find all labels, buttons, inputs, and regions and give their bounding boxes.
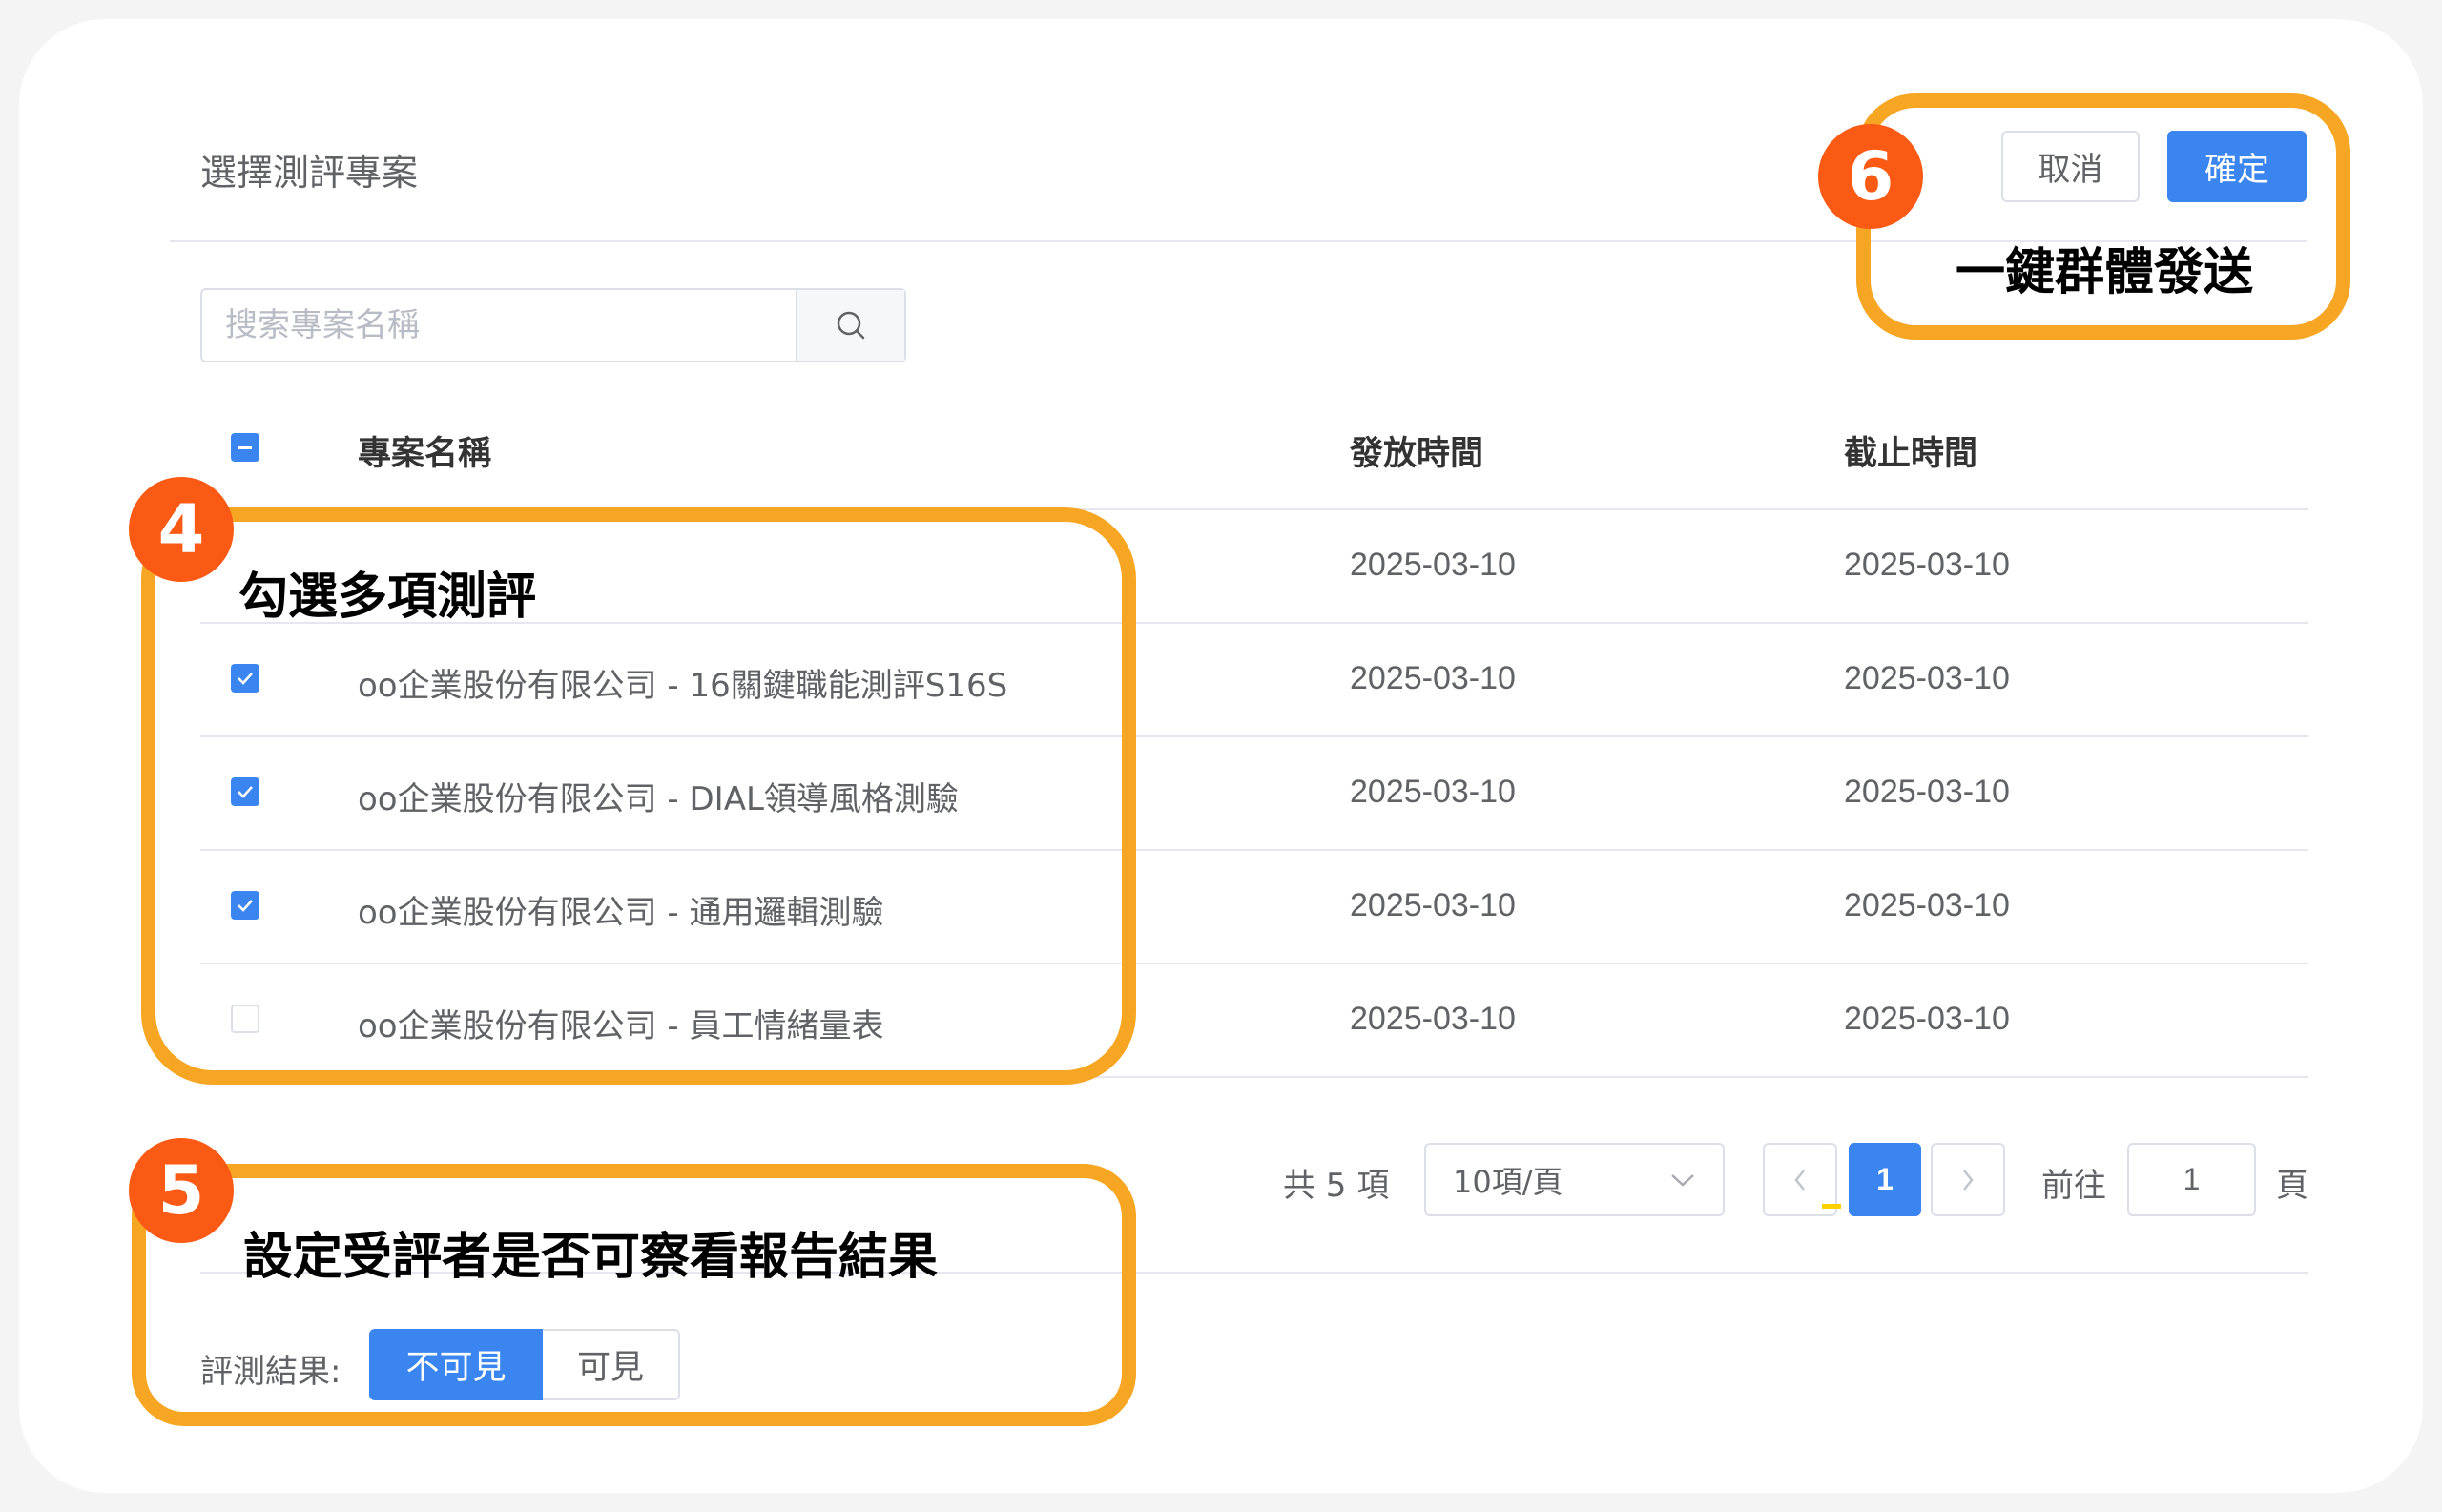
chevron-left-icon xyxy=(1794,1169,1805,1191)
deadline-date: 2025-03-10 xyxy=(1844,660,2010,696)
page-size-value: 10項/頁 xyxy=(1453,1163,1563,1200)
chevron-down-icon xyxy=(1671,1173,1694,1187)
cursor-marker xyxy=(1822,1204,1841,1209)
step6-badge: 6 xyxy=(1818,124,1923,229)
release-date: 2025-03-10 xyxy=(1350,547,1516,583)
search-field xyxy=(200,288,906,362)
deadline-date: 2025-03-10 xyxy=(1844,774,2010,810)
page-unit-label: 頁 xyxy=(2276,1167,2308,1205)
page-size-select[interactable]: 10項/頁 xyxy=(1424,1143,1725,1216)
page-button-current[interactable]: 1 xyxy=(1849,1143,1921,1216)
release-date: 2025-03-10 xyxy=(1350,660,1516,696)
dialog-title: 選擇測評專案 xyxy=(200,152,419,194)
column-header-name: 專案名稱 xyxy=(358,435,492,473)
release-date: 2025-03-10 xyxy=(1350,774,1516,810)
step4-badge: 4 xyxy=(129,477,234,582)
release-date: 2025-03-10 xyxy=(1350,1001,1516,1037)
highlight-step5 xyxy=(132,1164,1136,1426)
column-header-release: 發放時間 xyxy=(1350,435,1484,473)
select-all-checkbox[interactable] xyxy=(231,433,259,462)
goto-label: 前往 xyxy=(2041,1167,2106,1205)
search-icon xyxy=(837,311,865,340)
search-input[interactable] xyxy=(202,290,796,361)
column-header-deadline: 截止時間 xyxy=(1844,435,1978,473)
search-button[interactable] xyxy=(796,290,904,361)
pagination-total: 共 5 項 xyxy=(1283,1167,1390,1205)
step6-caption: 一鍵群體發送 xyxy=(1956,244,2254,301)
step5-caption: 設定受評者是否可察看報告結果 xyxy=(243,1229,939,1286)
release-date: 2025-03-10 xyxy=(1350,887,1516,923)
deadline-date: 2025-03-10 xyxy=(1844,547,2010,583)
step4-caption: 勾選多項測評 xyxy=(238,569,537,626)
step5-badge: 5 xyxy=(129,1138,234,1243)
deadline-date: 2025-03-10 xyxy=(1844,1001,2010,1037)
next-page-button[interactable] xyxy=(1931,1143,2005,1216)
deadline-date: 2025-03-10 xyxy=(1844,887,2010,923)
chevron-right-icon xyxy=(1963,1169,1974,1191)
goto-page-input[interactable]: 1 xyxy=(2127,1143,2256,1216)
